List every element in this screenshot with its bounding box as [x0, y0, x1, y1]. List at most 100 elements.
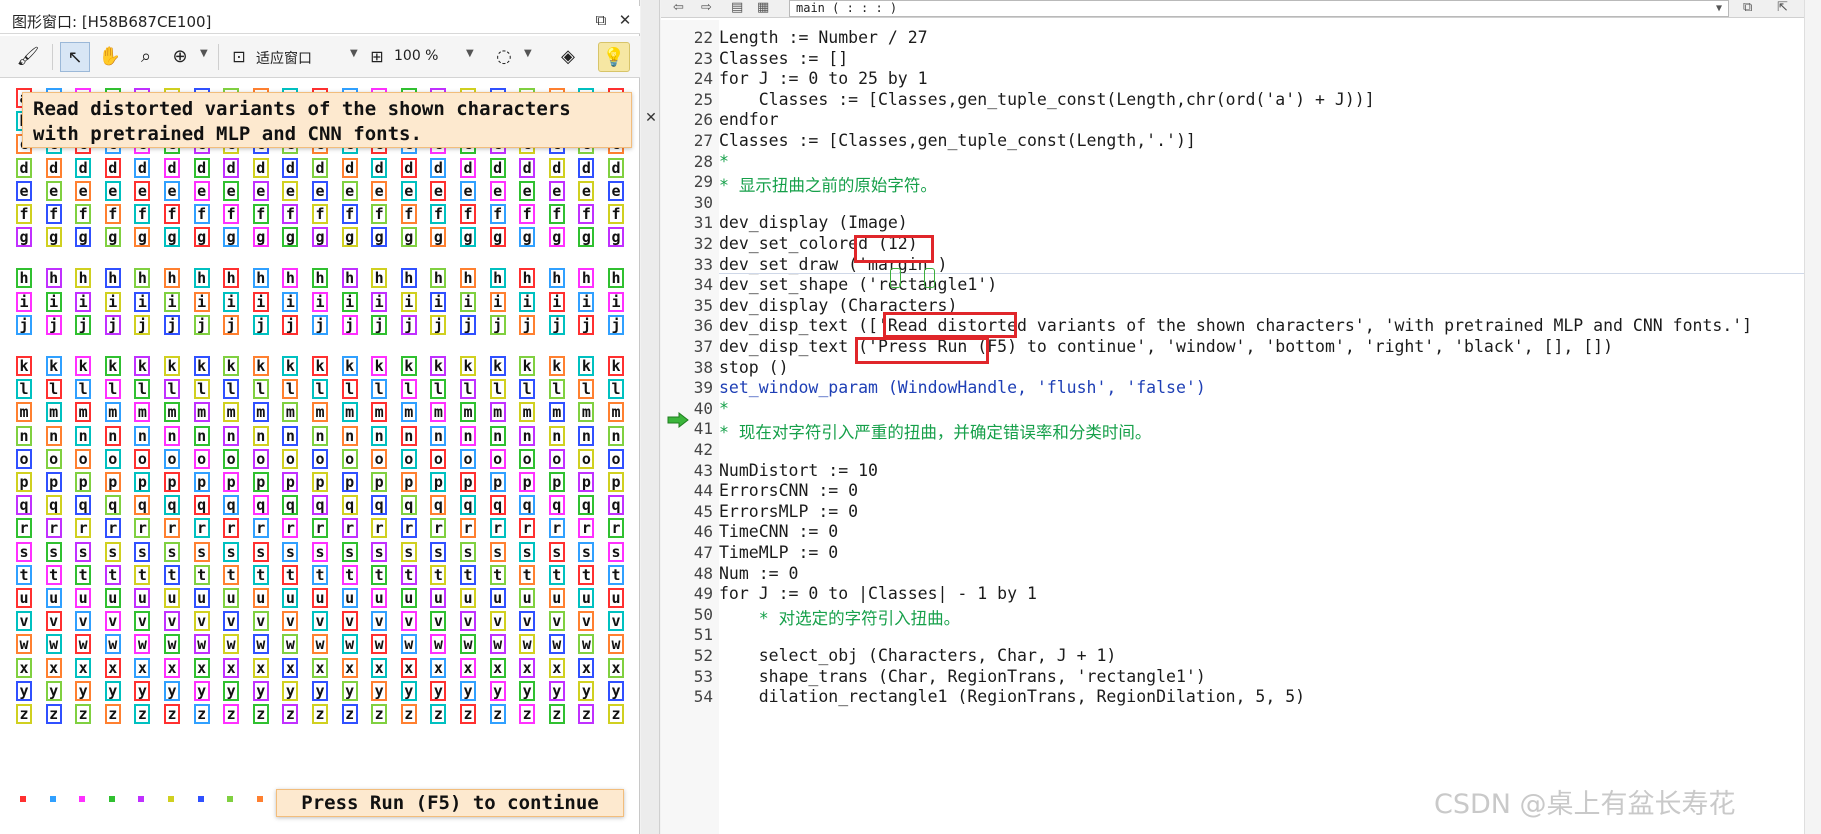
display-text-line-2: with pretrained MLP and CNN fonts.	[33, 123, 422, 145]
search-icon[interactable]: ⌕	[132, 42, 160, 72]
char-region: d	[548, 157, 565, 178]
code-line[interactable]: ErrorsMLP := 0	[719, 502, 858, 521]
char-region: f	[371, 204, 388, 224]
zoom-level-caret-icon[interactable]: ▼	[466, 48, 474, 59]
char-region: o	[371, 448, 388, 469]
char-region: h	[430, 268, 447, 289]
fit-window-dropdown[interactable]: 适应窗口	[256, 48, 312, 68]
close-icon[interactable]: ✕	[642, 110, 660, 130]
lightbulb-icon[interactable]: 💡	[598, 42, 630, 72]
code-line[interactable]: Classes := [Classes,gen_tuple_const(Leng…	[719, 131, 1196, 150]
char-region: h	[548, 268, 565, 289]
char-region: n	[45, 425, 62, 446]
code-line[interactable]: * 对选定的字符引入扭曲。	[719, 605, 960, 629]
hand-icon[interactable]: ✋	[96, 42, 124, 72]
code-line[interactable]: * 显示扭曲之前的原始字符。	[719, 172, 937, 196]
line-number: 24	[693, 69, 713, 89]
char-region: m	[341, 402, 358, 423]
char-region: t	[608, 564, 624, 585]
char-region: e	[578, 180, 595, 201]
layers-icon[interactable]: ◈	[554, 42, 582, 72]
char-region: m	[193, 402, 210, 423]
graphics-canvas[interactable]: aaaaaaaaaaaaaaaaaaaaabbbbbbbbbbbbbbbbbbb…	[6, 80, 636, 820]
char-region: j	[252, 314, 269, 335]
char-region: j	[45, 314, 62, 335]
char-region: p	[400, 472, 417, 492]
draw-shape-icon[interactable]: ◌	[490, 42, 518, 72]
back-icon[interactable]: ⇦	[673, 0, 684, 16]
code-line[interactable]: dev_disp_text (['Read distorted variants…	[719, 316, 1752, 335]
code-line[interactable]: *	[719, 152, 729, 171]
char-region: w	[371, 634, 388, 655]
char-region: w	[75, 634, 92, 655]
char-region: g	[104, 227, 121, 248]
char-region: q	[16, 495, 32, 516]
pointer-icon[interactable]: ↖	[60, 42, 90, 72]
code-line[interactable]: NumDistort := 10	[719, 461, 878, 480]
code-line[interactable]: dev_disp_text ('Press Run (F5) to contin…	[719, 337, 1613, 356]
code-line[interactable]: select_obj (Characters, Char, J + 1)	[719, 646, 1117, 665]
code-line[interactable]: Length := Number / 27	[719, 28, 928, 47]
code-line[interactable]: dilation_rectangle1 (RegionTrans, Region…	[719, 687, 1305, 706]
undock-icon[interactable]: ⧉	[590, 9, 612, 31]
code-line[interactable]: endfor	[719, 110, 779, 129]
char-region: y	[578, 680, 595, 701]
code-line[interactable]: ErrorsCNN := 0	[719, 481, 858, 500]
char-region: v	[312, 611, 328, 632]
char-region: z	[75, 704, 92, 724]
code-line[interactable]: Classes := [Classes,gen_tuple_const(Leng…	[719, 90, 1375, 109]
chevron-down-icon[interactable]: ▼	[1716, 1, 1722, 16]
code-line[interactable]: * 现在对字符引入严重的扭曲，并确定错误率和分类时间。	[719, 419, 1151, 443]
line-number: 49	[693, 584, 713, 604]
char-region: z	[16, 704, 32, 724]
char-region: r	[252, 518, 269, 539]
procedure-selector[interactable]: main ( : : : ) ▼	[789, 0, 1729, 17]
char-region: z	[578, 704, 595, 724]
char-region: r	[460, 518, 476, 539]
code-line[interactable]: for J := 0 to 25 by 1	[719, 69, 928, 88]
char-region: g	[430, 227, 447, 248]
zoom-in-icon[interactable]: ⊕	[166, 42, 194, 72]
char-region: o	[104, 448, 121, 469]
char-region: i	[341, 291, 358, 312]
code-line[interactable]: dev_display (Image)	[719, 213, 908, 232]
forward-icon[interactable]: ⇨	[701, 0, 712, 16]
code-line[interactable]: shape_trans (Char, RegionTrans, 'rectang…	[719, 667, 1206, 686]
char-region: t	[341, 564, 358, 585]
code-line[interactable]: TimeCNN := 0	[719, 522, 838, 541]
code-line[interactable]: *	[719, 399, 729, 418]
char-region: j	[312, 314, 328, 335]
char-region: t	[578, 564, 595, 585]
code-line[interactable]: for J := 0 to |Classes| - 1 by 1	[719, 584, 1037, 603]
fit-dropdown-caret-icon[interactable]: ▼	[350, 48, 358, 59]
fit-window-icon[interactable]: ⊡	[226, 42, 252, 72]
code-line[interactable]: Classes := []	[719, 49, 848, 68]
char-region: n	[341, 425, 358, 446]
char-region: y	[193, 680, 210, 701]
code-line[interactable]: stop ()	[719, 358, 789, 377]
char-region: f	[164, 204, 180, 224]
char-region: x	[578, 657, 595, 678]
char-region: f	[252, 204, 269, 224]
char-region: f	[134, 204, 151, 224]
code-line[interactable]: dev_set_shape ('rectangle1')	[719, 275, 997, 294]
brush-icon[interactable]: 🖌	[14, 42, 42, 72]
code-line[interactable]: TimeMLP := 0	[719, 543, 838, 562]
document-icon[interactable]: ▤	[731, 0, 743, 16]
window-icon[interactable]: ⧉	[1743, 0, 1752, 16]
grid-icon[interactable]: ▦	[757, 0, 769, 16]
char-region: q	[164, 495, 180, 516]
char-region: w	[430, 634, 447, 655]
char-region: x	[193, 657, 210, 678]
draw-shape-caret-icon[interactable]: ▼	[524, 48, 532, 59]
zoom-dropdown-caret-icon[interactable]: ▼	[200, 48, 208, 59]
char-region: g	[134, 227, 151, 248]
code-line[interactable]: set_window_param (WindowHandle, 'flush',…	[719, 378, 1206, 397]
close-icon[interactable]: ✕	[614, 9, 636, 31]
zoom-level-dropdown[interactable]: 100 %	[394, 48, 438, 64]
char-region: k	[341, 356, 358, 376]
code-line[interactable]: Num := 0	[719, 564, 798, 583]
zoom-factor-icon[interactable]: ⊞	[364, 42, 390, 72]
char-region: l	[16, 379, 32, 400]
pin-icon[interactable]: ⇱	[1777, 0, 1788, 16]
